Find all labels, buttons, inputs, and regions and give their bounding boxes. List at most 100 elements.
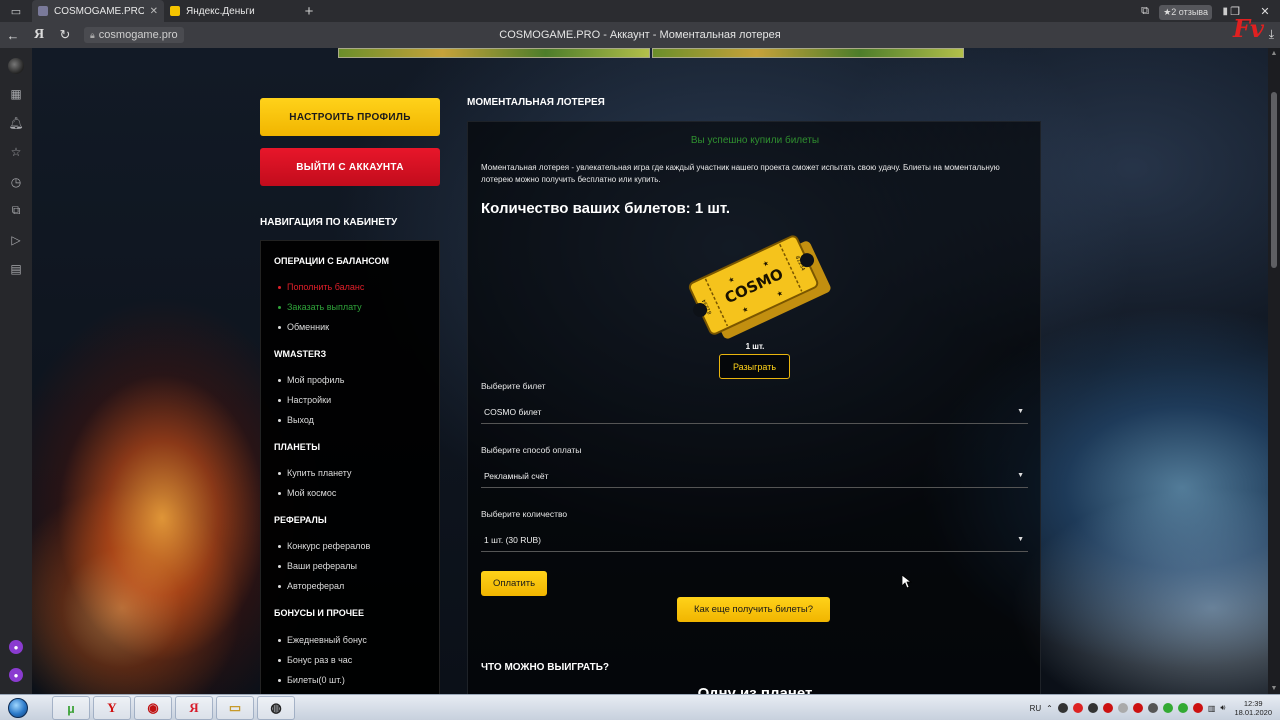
tabs-menu-icon[interactable]: ▭ <box>0 0 32 22</box>
tray-app-icon[interactable] <box>1177 703 1188 713</box>
nav-group-referrals: РЕФЕРАЛЫ <box>274 515 327 525</box>
lang-indicator[interactable]: RU <box>1030 704 1042 713</box>
page-title: COSMOGAME.PRO - Аккаунт - Моментальная л… <box>499 29 781 41</box>
mouse-cursor-icon <box>902 575 912 589</box>
tray-app-icon[interactable] <box>1057 703 1068 713</box>
payment-select-label: Выберите способ оплаты <box>481 445 582 455</box>
volume-icon[interactable]: 🔊︎ <box>1220 703 1225 713</box>
payment-select-value: Рекламный счёт <box>484 470 549 481</box>
nav-item-settings[interactable]: Настройки <box>278 395 331 405</box>
lottery-description: Моментальная лотерея - увлекательная игр… <box>481 163 1000 184</box>
ad-banner[interactable] <box>652 48 964 58</box>
win-heading: ЧТО МОЖНО ВЫИГРАТЬ? <box>481 662 610 673</box>
url-field[interactable]: 🔒︎ cosmogame.pro <box>84 27 184 43</box>
avatar[interactable] <box>8 58 24 74</box>
pay-button[interactable]: Оплатить <box>481 571 547 596</box>
tray-app-icon[interactable] <box>1117 703 1128 713</box>
alice-icon[interactable]: ● <box>9 640 23 654</box>
nav-item-exit[interactable]: Выход <box>278 415 314 425</box>
yandex-app-icon[interactable]: Y <box>93 696 131 720</box>
play-lottery-button[interactable]: Разыграть <box>719 354 790 379</box>
browser-sidebar: ▦ 🔔︎ ☆ ◷ ⧉ ▷ ▤ ● ● <box>0 48 32 694</box>
tab-cosmogame[interactable]: COSMOGAME.PRO - Акк ✕ <box>32 0 164 22</box>
nav-group-user: WMASTERЗ <box>274 349 327 359</box>
close-icon[interactable]: ✕ <box>150 6 158 17</box>
star-icon[interactable]: ☆ <box>6 142 26 162</box>
history-icon[interactable]: ◷ <box>6 172 26 192</box>
alice-voice-icon[interactable]: ● <box>9 668 23 682</box>
nav-group-balance: ОПЕРАЦИИ С БАЛАНСОМ <box>274 256 390 266</box>
ticket-select-value: COSMO билет <box>484 406 542 417</box>
tray-app-icon[interactable] <box>1087 703 1098 713</box>
bookmarks-icon[interactable]: ⧉ <box>1130 0 1160 22</box>
tab-yandex-money[interactable]: Яндекс.Деньги <box>164 0 296 22</box>
bookmark-icon[interactable]: ▮ <box>1222 6 1228 17</box>
note-icon[interactable]: ▤ <box>6 259 26 279</box>
tray-arrow-icon[interactable]: ⌃ <box>1046 704 1053 713</box>
ticket-count: Количество ваших билетов: 1 шт. <box>481 200 731 217</box>
nav-item-tickets[interactable]: Билеты(0 шт.) <box>278 675 345 685</box>
ticket-qty: 1 шт. <box>745 342 765 351</box>
nav-item-withdraw[interactable]: Заказать выплату <box>278 302 362 312</box>
nav-item-exchange[interactable]: Обменник <box>278 322 329 332</box>
clock[interactable]: 12:39 18.01.2020 <box>1234 699 1272 717</box>
nav-item-topup[interactable]: Пополнить баланс <box>278 282 364 292</box>
nav-item-my-space[interactable]: Мой космос <box>278 488 336 498</box>
ad-banner[interactable] <box>338 48 650 58</box>
address-bar: ← Я ↻ 🔒︎ cosmogame.pro COSMOGAME.PRO - А… <box>0 22 1280 48</box>
bell-icon[interactable]: 🔔︎ <box>6 113 26 133</box>
nav-item-daily-bonus[interactable]: Ежедневный бонус <box>278 635 367 645</box>
tray-app-icon[interactable] <box>1162 703 1173 713</box>
nav-item-ref-contest[interactable]: Конкурс рефералов <box>278 541 370 551</box>
collections-icon[interactable]: ⧉ <box>6 200 26 220</box>
folder-icon[interactable]: ▭ <box>216 696 254 720</box>
obs-icon[interactable]: ◍ <box>257 696 295 720</box>
start-button[interactable] <box>2 696 34 720</box>
reload-icon[interactable]: ↻ <box>52 22 78 48</box>
tray-app-icon[interactable] <box>1072 703 1083 713</box>
logout-button[interactable]: ВЫЙТИ С АККАУНТА <box>260 148 440 186</box>
clock-time: 12:39 <box>1243 699 1263 708</box>
page-scrollbar[interactable]: ▲ ▼ <box>1268 48 1280 694</box>
tab-title: Яндекс.Деньги <box>186 5 255 17</box>
nav-item-profile[interactable]: Мой профиль <box>278 375 344 385</box>
nav-item-your-refs[interactable]: Ваши рефералы <box>278 561 357 571</box>
success-message: Вы успешно купили билеты <box>690 135 820 146</box>
game-app-icon[interactable]: ◉ <box>134 696 172 720</box>
yandex-button[interactable]: Я <box>26 22 52 48</box>
payment-method-select[interactable]: Рекламный счёт ▼ <box>481 464 1028 488</box>
system-tray: RU ⌃ ▥ 🔊︎ 12:39 18.01.2020 <box>1030 695 1280 720</box>
utorrent-icon[interactable]: µ <box>52 696 90 720</box>
video-icon[interactable]: ▷ <box>6 230 26 250</box>
nav-group-bonuses: БОНУСЫ И ПРОЧЕЕ <box>274 608 365 618</box>
more-tickets-button[interactable]: Как еще получить билеты? <box>677 597 830 622</box>
tab-bar: ▭ COSMOGAME.PRO - Акк ✕ Яндекс.Деньги + … <box>0 0 1280 22</box>
new-tab-button[interactable]: + <box>296 0 322 22</box>
nav-item-buy-planet[interactable]: Купить планету <box>278 468 352 478</box>
page-content: НАСТРОИТЬ ПРОФИЛЬ ВЫЙТИ С АККАУНТА НАВИГ… <box>32 48 1268 694</box>
network-icon[interactable]: ▥ <box>1208 704 1216 713</box>
cabinet-nav: ОПЕРАЦИИ С БАЛАНСОМ Пополнить баланс Зак… <box>260 240 440 694</box>
cabinet-nav-title: НАВИГАЦИЯ ПО КАБИНЕТУ <box>260 217 398 228</box>
scrollbar-thumb[interactable] <box>1271 92 1277 268</box>
download-icon[interactable]: ⤓ <box>1269 27 1274 42</box>
reviews-badge[interactable]: ★2 отзыва <box>1159 5 1212 20</box>
tray-app-icon[interactable] <box>1132 703 1143 713</box>
back-icon[interactable]: ← <box>0 22 26 48</box>
nav-item-hourly-bonus[interactable]: Бонус раз в час <box>278 655 352 665</box>
fv-watermark-logo: Fv <box>1233 14 1264 43</box>
tray-app-icon[interactable] <box>1102 703 1113 713</box>
tray-app-icon[interactable] <box>1147 703 1158 713</box>
setup-profile-button[interactable]: НАСТРОИТЬ ПРОФИЛЬ <box>260 98 440 136</box>
nav-item-auto-ref[interactable]: Автореферал <box>278 581 344 591</box>
quantity-select-value: 1 шт. (30 RUB) <box>484 534 542 545</box>
cosmo-ticket-image: COSMO 81234 81234 ★ ★ ★ ★ <box>673 227 835 345</box>
site-favicon-icon <box>38 6 48 16</box>
apps-grid-icon[interactable]: ▦ <box>6 84 26 104</box>
ticket-select[interactable]: COSMO билет ▼ <box>481 400 1028 424</box>
ticket-select-label: Выберите билет <box>481 381 546 391</box>
yandex-browser-icon[interactable]: Я <box>175 696 213 720</box>
windows-taskbar: µ Y ◉ Я ▭ ◍ RU ⌃ ▥ 🔊︎ 12:39 18.01.2020 <box>0 694 1280 720</box>
tray-app-icon[interactable] <box>1192 703 1203 713</box>
quantity-select[interactable]: 1 шт. (30 RUB) ▼ <box>481 528 1028 552</box>
